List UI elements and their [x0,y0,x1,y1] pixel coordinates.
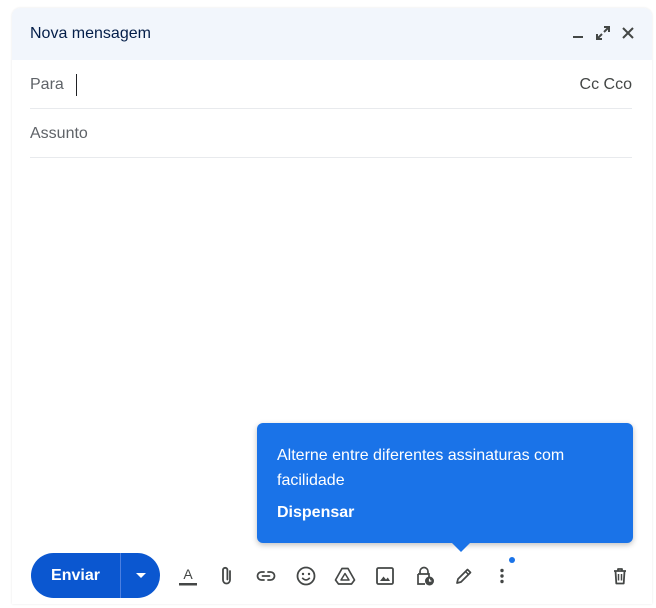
dismiss-button[interactable]: Dispensar [277,504,354,522]
formatting-button[interactable]: A [176,564,200,588]
to-field[interactable]: Para Cc Cco [30,60,632,109]
attach-icon [222,566,231,585]
discard-draft-button[interactable] [608,564,632,588]
compose-title: Nova mensagem [30,25,151,42]
lock-clock-icon [417,566,434,586]
insert-link-button[interactable] [254,564,278,588]
text-cursor [76,74,77,96]
compose-header[interactable]: Nova mensagem [12,8,652,60]
trash-icon [614,568,626,585]
image-icon [376,567,394,585]
minimize-icon [573,36,583,38]
insert-signature-button[interactable] [452,564,476,588]
bcc-link[interactable]: Cco [604,76,632,93]
tooltip-arrow [452,543,470,552]
send-button-group: Enviar [31,553,160,598]
subject-placeholder: Assunto [30,125,88,142]
attach-button[interactable] [215,564,239,588]
drive-icon [334,567,356,585]
tooltip-text: Alterne entre diferentes assinaturas com… [277,447,565,489]
emoji-button[interactable] [294,564,318,588]
dropdown-arrow-icon [135,572,146,578]
notification-dot [509,557,515,563]
fullscreen-button[interactable] [592,22,614,44]
compose-window: Nova mensagem Para Cc Cco Assunto Altern… [12,8,652,604]
link-icon [256,571,276,581]
svg-text:A: A [183,566,193,582]
cc-link[interactable]: Cc [580,76,600,93]
more-vert-icon [500,568,504,584]
pen-icon [456,568,472,584]
signature-tooltip: Alterne entre diferentes assinaturas com… [257,423,633,552]
close-button[interactable] [617,22,639,44]
drive-button[interactable] [333,564,357,588]
cc-bcc-links: Cc Cco [580,76,632,94]
schedule-send-button[interactable] [121,553,160,598]
text-format-icon: A [179,566,197,586]
to-label: Para [30,76,64,93]
minimize-button[interactable] [567,22,589,44]
more-options-button[interactable] [490,564,514,588]
close-icon [622,27,634,39]
emoji-icon [296,566,316,586]
expand-icon [596,26,610,40]
confidential-mode-button[interactable] [413,564,437,588]
insert-photo-button[interactable] [373,564,397,588]
send-button[interactable]: Enviar [31,553,120,598]
subject-field[interactable]: Assunto [30,109,632,158]
